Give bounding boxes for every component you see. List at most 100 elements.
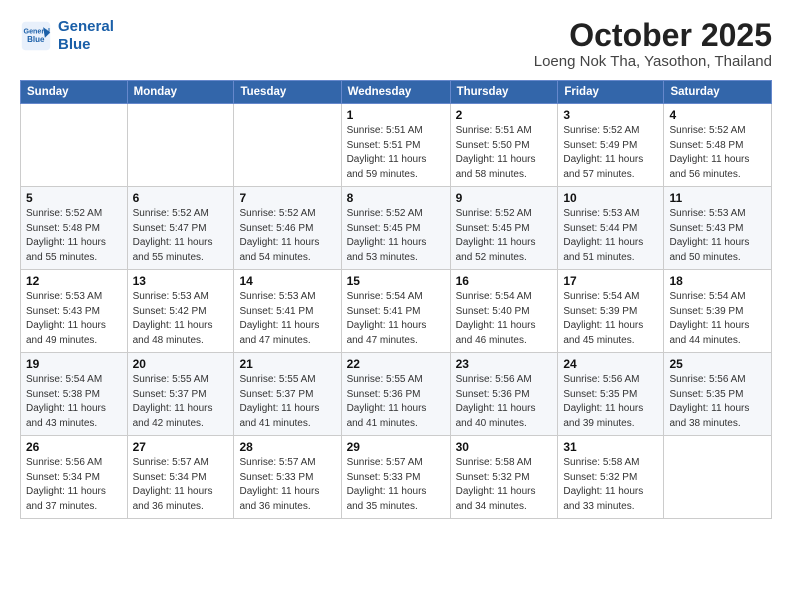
cell-day-number: 29 — [347, 440, 445, 454]
calendar-cell: 26Sunrise: 5:56 AM Sunset: 5:34 PM Dayli… — [21, 436, 128, 519]
cell-day-number: 4 — [669, 108, 766, 122]
weekday-header-tuesday: Tuesday — [234, 81, 341, 104]
cell-info: Sunrise: 5:52 AM Sunset: 5:47 PM Dayligh… — [133, 207, 229, 265]
cell-day-number: 14 — [239, 274, 335, 288]
calendar-cell: 30 Sunrise: 5:58 AM Sunset: 5:32 PM Dayli… — [450, 436, 558, 519]
cell-day-number: 31 — [563, 440, 658, 454]
calendar-cell: 16 Sunrise: 5:54 AM Sunset: 5:40 PM Dayli… — [450, 270, 558, 353]
cell-info: Sunrise: 5:57 AM Sunset: 5:33 PM Dayligh… — [239, 456, 335, 514]
cell-info: Sunrise: 5:52 AM Sunset: 5:45 PM Dayligh… — [347, 207, 445, 265]
cell-info: Sunrise: 5:53 AM Sunset: 5:41 PM Dayligh… — [239, 290, 335, 348]
cell-info: Sunrise: 5:54 AM Sunset: 5:41 PM Dayligh… — [347, 290, 445, 348]
calendar-cell: 29Sunrise: 5:57 AM Sunset: 5:33 PM Dayli… — [341, 436, 450, 519]
calendar-cell: 28 Sunrise: 5:57 AM Sunset: 5:33 PM Dayli… — [234, 436, 341, 519]
cell-day-number: 15 — [347, 274, 445, 288]
cell-info: Sunrise: 5:54 AM Sunset: 5:39 PM Dayligh… — [669, 290, 766, 348]
calendar-cell: 3Sunrise: 5:52 AM Sunset: 5:49 PM Daylig… — [558, 104, 664, 187]
cell-day-number: 5 — [26, 191, 122, 205]
calendar-cell: 1 Sunrise: 5:51 AM Sunset: 5:51 PM Daylig… — [341, 104, 450, 187]
cell-day-number: 30 — [456, 440, 553, 454]
cell-day-number: 6 — [133, 191, 229, 205]
cell-info: Sunrise: 5:53 AM Sunset: 5:43 PM Dayligh… — [26, 290, 122, 348]
cell-info: Sunrise: 5:54 AM Sunset: 5:39 PM Dayligh… — [563, 290, 658, 348]
logo-icon: General Blue — [20, 20, 52, 52]
weekday-header-row: SundayMondayTuesdayWednesdayThursdayFrid… — [21, 81, 772, 104]
cell-day-number: 20 — [133, 357, 229, 371]
cell-info: Sunrise: 5:55 AM Sunset: 5:37 PM Dayligh… — [133, 373, 229, 431]
cell-info: Sunrise: 5:52 AM Sunset: 5:48 PM Dayligh… — [26, 207, 122, 265]
cell-day-number: 2 — [456, 108, 553, 122]
calendar-cell: 9Sunrise: 5:52 AM Sunset: 5:45 PM Daylig… — [450, 187, 558, 270]
calendar-week-row: 5 Sunrise: 5:52 AM Sunset: 5:48 PM Daylig… — [21, 187, 772, 270]
calendar-cell: 10Sunrise: 5:53 AM Sunset: 5:44 PM Dayli… — [558, 187, 664, 270]
cell-info: Sunrise: 5:54 AM Sunset: 5:40 PM Dayligh… — [456, 290, 553, 348]
calendar-cell: 23 Sunrise: 5:56 AM Sunset: 5:36 PM Dayli… — [450, 353, 558, 436]
page: General Blue General Blue October 2025 L… — [0, 0, 792, 533]
weekday-header-monday: Monday — [127, 81, 234, 104]
logo: General Blue General Blue — [20, 18, 114, 54]
svg-text:Blue: Blue — [27, 35, 45, 44]
calendar-cell: 11 Sunrise: 5:53 AM Sunset: 5:43 PM Dayli… — [664, 187, 772, 270]
calendar-cell: 6 Sunrise: 5:52 AM Sunset: 5:47 PM Daylig… — [127, 187, 234, 270]
cell-day-number: 25 — [669, 357, 766, 371]
title-block: October 2025 Loeng Nok Tha, Yasothon, Th… — [534, 18, 772, 70]
cell-info: Sunrise: 5:55 AM Sunset: 5:36 PM Dayligh… — [347, 373, 445, 431]
cell-day-number: 27 — [133, 440, 229, 454]
cell-day-number: 11 — [669, 191, 766, 205]
cell-day-number: 16 — [456, 274, 553, 288]
cell-day-number: 7 — [239, 191, 335, 205]
calendar-cell: 27Sunrise: 5:57 AM Sunset: 5:34 PM Dayli… — [127, 436, 234, 519]
calendar-table: SundayMondayTuesdayWednesdayThursdayFrid… — [20, 80, 772, 519]
logo-line2: Blue — [58, 36, 114, 54]
cell-info: Sunrise: 5:58 AM Sunset: 5:32 PM Dayligh… — [456, 456, 553, 514]
cell-info: Sunrise: 5:52 AM Sunset: 5:48 PM Dayligh… — [669, 124, 766, 182]
cell-info: Sunrise: 5:51 AM Sunset: 5:51 PM Dayligh… — [347, 124, 445, 182]
calendar-cell — [127, 104, 234, 187]
cell-day-number: 24 — [563, 357, 658, 371]
logo-line1: General — [58, 18, 114, 36]
weekday-header-saturday: Saturday — [664, 81, 772, 104]
cell-day-number: 18 — [669, 274, 766, 288]
cell-info: Sunrise: 5:53 AM Sunset: 5:43 PM Dayligh… — [669, 207, 766, 265]
cell-day-number: 23 — [456, 357, 553, 371]
cell-day-number: 9 — [456, 191, 553, 205]
calendar-title: October 2025 — [534, 18, 772, 53]
calendar-cell — [664, 436, 772, 519]
calendar-cell: 18 Sunrise: 5:54 AM Sunset: 5:39 PM Dayli… — [664, 270, 772, 353]
cell-info: Sunrise: 5:53 AM Sunset: 5:42 PM Dayligh… — [133, 290, 229, 348]
calendar-cell — [234, 104, 341, 187]
weekday-header-thursday: Thursday — [450, 81, 558, 104]
calendar-cell: 2 Sunrise: 5:51 AM Sunset: 5:50 PM Daylig… — [450, 104, 558, 187]
calendar-week-row: 1 Sunrise: 5:51 AM Sunset: 5:51 PM Daylig… — [21, 104, 772, 187]
cell-info: Sunrise: 5:53 AM Sunset: 5:44 PM Dayligh… — [563, 207, 658, 265]
weekday-header-friday: Friday — [558, 81, 664, 104]
calendar-week-row: 12 Sunrise: 5:53 AM Sunset: 5:43 PM Dayli… — [21, 270, 772, 353]
cell-day-number: 17 — [563, 274, 658, 288]
cell-day-number: 1 — [347, 108, 445, 122]
cell-info: Sunrise: 5:51 AM Sunset: 5:50 PM Dayligh… — [456, 124, 553, 182]
cell-info: Sunrise: 5:56 AM Sunset: 5:34 PM Dayligh… — [26, 456, 122, 514]
cell-info: Sunrise: 5:52 AM Sunset: 5:46 PM Dayligh… — [239, 207, 335, 265]
cell-info: Sunrise: 5:56 AM Sunset: 5:35 PM Dayligh… — [563, 373, 658, 431]
calendar-cell: 19 Sunrise: 5:54 AM Sunset: 5:38 PM Dayli… — [21, 353, 128, 436]
cell-info: Sunrise: 5:54 AM Sunset: 5:38 PM Dayligh… — [26, 373, 122, 431]
cell-info: Sunrise: 5:55 AM Sunset: 5:37 PM Dayligh… — [239, 373, 335, 431]
calendar-cell: 4 Sunrise: 5:52 AM Sunset: 5:48 PM Daylig… — [664, 104, 772, 187]
cell-day-number: 21 — [239, 357, 335, 371]
cell-info: Sunrise: 5:58 AM Sunset: 5:32 PM Dayligh… — [563, 456, 658, 514]
cell-day-number: 3 — [563, 108, 658, 122]
cell-day-number: 28 — [239, 440, 335, 454]
cell-info: Sunrise: 5:56 AM Sunset: 5:35 PM Dayligh… — [669, 373, 766, 431]
cell-day-number: 12 — [26, 274, 122, 288]
calendar-cell: 12 Sunrise: 5:53 AM Sunset: 5:43 PM Dayli… — [21, 270, 128, 353]
calendar-cell: 7 Sunrise: 5:52 AM Sunset: 5:46 PM Daylig… — [234, 187, 341, 270]
calendar-cell: 20 Sunrise: 5:55 AM Sunset: 5:37 PM Dayli… — [127, 353, 234, 436]
calendar-week-row: 19 Sunrise: 5:54 AM Sunset: 5:38 PM Dayli… — [21, 353, 772, 436]
calendar-cell: 8Sunrise: 5:52 AM Sunset: 5:45 PM Daylig… — [341, 187, 450, 270]
calendar-cell: 22 Sunrise: 5:55 AM Sunset: 5:36 PM Dayli… — [341, 353, 450, 436]
calendar-cell: 31 Sunrise: 5:58 AM Sunset: 5:32 PM Dayli… — [558, 436, 664, 519]
cell-info: Sunrise: 5:56 AM Sunset: 5:36 PM Dayligh… — [456, 373, 553, 431]
cell-day-number: 19 — [26, 357, 122, 371]
calendar-cell: 21 Sunrise: 5:55 AM Sunset: 5:37 PM Dayli… — [234, 353, 341, 436]
cell-day-number: 22 — [347, 357, 445, 371]
